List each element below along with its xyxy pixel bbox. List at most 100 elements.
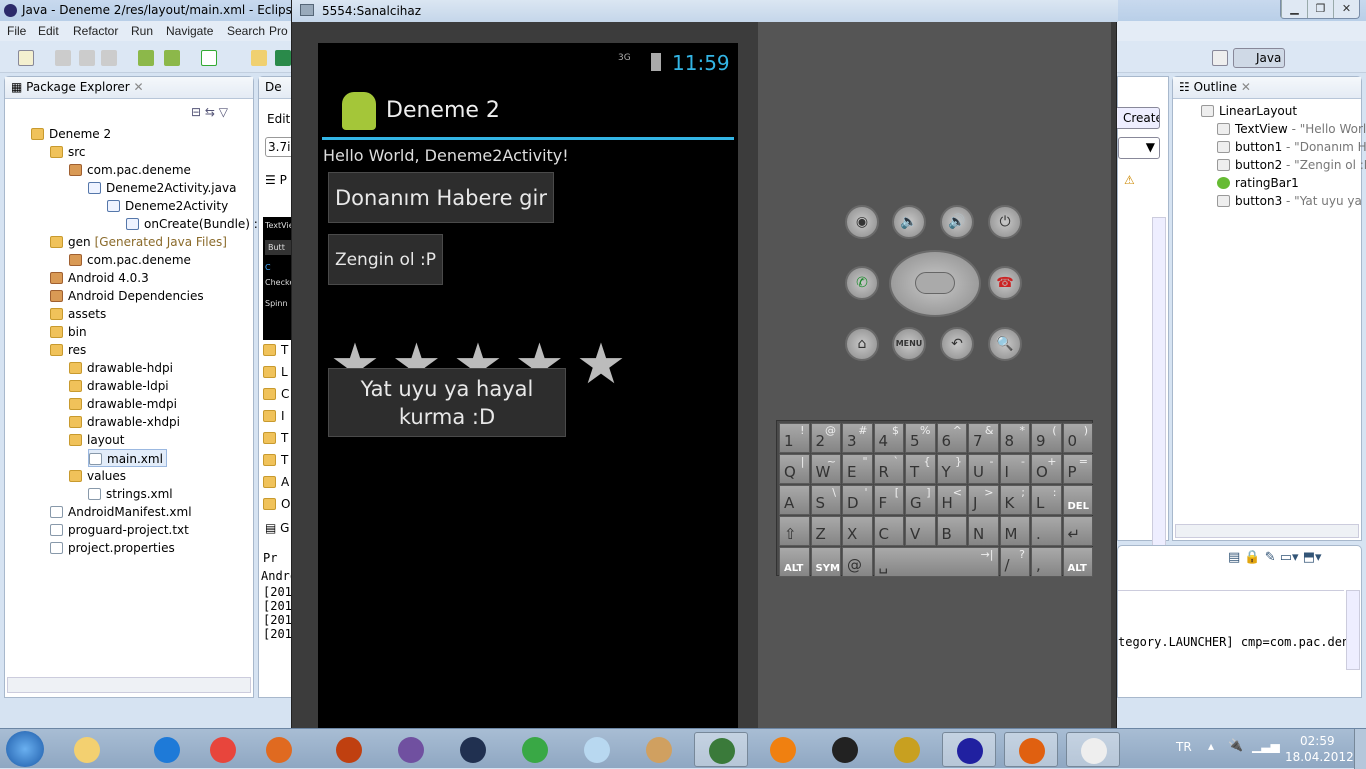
key[interactable]: @ — [842, 547, 873, 577]
vertical-scrollbar[interactable] — [1152, 217, 1166, 562]
language-indicator[interactable]: TR — [1176, 740, 1192, 754]
taskbar-firefox[interactable] — [1004, 732, 1058, 767]
taskbar-steam[interactable] — [818, 732, 872, 767]
new-icon[interactable] — [18, 50, 34, 66]
tree-item[interactable]: bin — [50, 323, 87, 341]
tree-item[interactable]: AndroidManifest.xml — [50, 503, 192, 521]
tree-item[interactable]: Android Dependencies — [50, 287, 204, 305]
key[interactable]: 0) — [1062, 423, 1093, 453]
config-dropdown[interactable]: ▼ — [1118, 137, 1160, 159]
taskbar-utorrent[interactable] — [508, 732, 562, 767]
tree-item[interactable]: assets — [50, 305, 106, 323]
outline-item[interactable]: LinearLayout — [1201, 102, 1297, 120]
clock-date[interactable]: 18.04.2012 — [1285, 750, 1354, 764]
tree-item[interactable]: drawable-ldpi — [69, 377, 169, 395]
key[interactable]: ALT — [1062, 547, 1093, 577]
key[interactable]: C — [873, 516, 904, 546]
tree-item[interactable]: Deneme2Activity.java — [88, 179, 236, 197]
tree-item[interactable]: com.pac.deneme — [69, 251, 191, 269]
save-all-icon[interactable] — [79, 50, 95, 66]
clock-time[interactable]: 02:59 — [1300, 734, 1335, 748]
open-perspective-icon[interactable] — [1212, 50, 1228, 66]
tree-item[interactable]: drawable-xhdpi — [69, 413, 180, 431]
outline-item[interactable]: button1 - "Donanım H — [1217, 138, 1366, 156]
taskbar-internet-explorer[interactable] — [140, 732, 194, 767]
horizontal-scrollbar[interactable] — [1175, 524, 1359, 538]
home-button[interactable]: ⌂ — [845, 327, 879, 361]
tree-item[interactable]: values — [69, 467, 126, 485]
key[interactable]: L: — [1031, 485, 1062, 515]
key[interactable]: DEL — [1062, 485, 1093, 515]
taskbar-media-player[interactable] — [252, 732, 306, 767]
graphical-tab[interactable]: ▤ G — [265, 521, 289, 535]
signal-icon[interactable]: ▁▃▅ — [1252, 739, 1280, 753]
tree-item[interactable]: Android 4.0.3 — [50, 269, 149, 287]
key[interactable]: N — [968, 516, 999, 546]
java-perspective-button[interactable]: Java — [1233, 48, 1285, 68]
power-button[interactable]: ⏻ — [988, 205, 1022, 239]
call-button[interactable]: ✆ — [845, 266, 879, 300]
minimize-button[interactable]: ▁ — [1281, 0, 1307, 18]
taskbar-firefox-aurora[interactable] — [322, 732, 376, 767]
key[interactable]: E " — [842, 454, 873, 484]
print-icon[interactable] — [101, 50, 117, 66]
taskbar-vlc[interactable] — [756, 732, 810, 767]
open-type-icon[interactable] — [251, 50, 267, 66]
outline-item[interactable]: TextView - "Hello Worl — [1217, 120, 1366, 138]
search-button[interactable]: 🔍 — [988, 327, 1022, 361]
tree-item[interactable]: proguard-project.txt — [50, 521, 189, 539]
junit-icon[interactable] — [275, 50, 291, 66]
key[interactable]: I- — [999, 454, 1030, 484]
key[interactable]: T{ — [905, 454, 936, 484]
taskbar-paint[interactable] — [632, 732, 686, 767]
menu-search[interactable]: Search — [227, 24, 265, 38]
key[interactable]: P = — [1062, 454, 1093, 484]
end-call-button[interactable]: ☎ — [988, 266, 1022, 300]
console-toolbar-icons[interactable]: ▤ 🔒 ✎ ▭▾ ⬒▾ — [1228, 550, 1322, 565]
checkbox-tool-icon[interactable] — [201, 50, 217, 66]
taskbar-windows-explorer[interactable] — [60, 732, 114, 767]
menu-refactor[interactable]: Refactor — [73, 24, 118, 38]
android-sdk-manager-icon[interactable] — [138, 50, 154, 66]
tree-item[interactable]: drawable-mdpi — [69, 395, 177, 413]
start-button[interactable] — [6, 731, 44, 767]
menu-run[interactable]: Run — [131, 24, 153, 38]
outline-item[interactable]: button2 - "Zengin ol :P — [1217, 156, 1366, 174]
button2[interactable]: Zengin ol :P — [328, 234, 443, 285]
tree-item[interactable]: gen [Generated Java Files] — [50, 233, 227, 251]
key[interactable]: 4 $ — [873, 423, 904, 453]
tree-item[interactable]: src — [50, 143, 86, 161]
rating-star[interactable]: ★ — [575, 337, 627, 393]
tree-item[interactable]: drawable-hdpi — [69, 359, 173, 377]
taskbar-chrome[interactable] — [196, 732, 250, 767]
close-button[interactable]: ✕ — [1333, 0, 1359, 18]
console-vertical-scrollbar[interactable] — [1346, 590, 1360, 670]
key[interactable]: B — [936, 516, 967, 546]
key[interactable]: K; — [999, 485, 1030, 515]
key[interactable]: Z — [810, 516, 841, 546]
key[interactable]: W ~ — [810, 454, 841, 484]
key[interactable]: X — [842, 516, 873, 546]
key[interactable]: 8 * — [999, 423, 1030, 453]
button1[interactable]: Donanım Habere gir — [328, 172, 554, 223]
key[interactable]: A — [779, 485, 810, 515]
taskbar-water[interactable] — [570, 732, 624, 767]
key[interactable]: H < — [936, 485, 967, 515]
key[interactable]: ⇧ — [779, 516, 810, 546]
key[interactable]: 2 @ — [810, 423, 841, 453]
tree-item[interactable]: layout — [69, 431, 124, 449]
key[interactable]: 9( — [1031, 423, 1062, 453]
key[interactable]: 6 ^ — [936, 423, 967, 453]
tray-expand-icon[interactable]: ▴ — [1208, 739, 1214, 753]
taskbar-document[interactable] — [1066, 732, 1120, 767]
key[interactable]: R ` — [873, 454, 904, 484]
taskbar-eclipse[interactable] — [942, 732, 996, 767]
back-button[interactable]: ↶ — [940, 327, 974, 361]
key[interactable]: ALT — [779, 547, 810, 577]
tree-item[interactable]: strings.xml — [88, 485, 173, 503]
outline-item[interactable]: button3 - "Yat uyu ya h — [1217, 192, 1366, 210]
key[interactable]: U- — [968, 454, 999, 484]
tree-item[interactable]: Deneme 2 — [31, 125, 111, 143]
key[interactable]: /? — [999, 547, 1030, 577]
save-icon[interactable] — [55, 50, 71, 66]
